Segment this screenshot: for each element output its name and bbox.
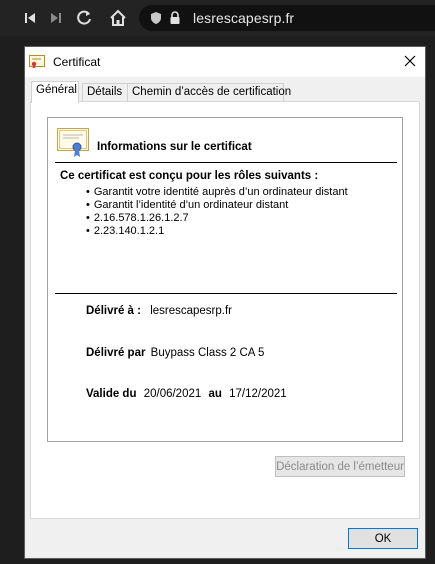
- purpose-item: 2.16.578.1.26.1.2.7: [86, 212, 348, 225]
- issued-to-value: lesrescapesrp.fr: [150, 305, 232, 317]
- valid-from-value: 20/06/2021: [143, 388, 202, 400]
- purpose-list: Garantit votre identité auprès d’un ordi…: [86, 186, 348, 238]
- divider: [55, 293, 397, 294]
- valid-to-value: 17/12/2021: [229, 388, 287, 400]
- ok-button[interactable]: OK: [348, 528, 418, 549]
- skip-back-icon[interactable]: [18, 6, 42, 30]
- browser-toolbar: lesrescapesrp.fr: [0, 0, 435, 36]
- tab-certification-path[interactable]: Chemin d’accès de certification: [127, 83, 291, 102]
- dialog-title: Certificat: [53, 55, 101, 69]
- purpose-item: Garantit votre identité auprès d’un ordi…: [86, 186, 348, 199]
- purpose-item: Garantit l’identité d’un ordinateur dist…: [86, 199, 348, 212]
- home-icon[interactable]: [106, 6, 130, 30]
- tab-details[interactable]: Détails: [82, 83, 128, 102]
- title-bar: Certificat: [25, 47, 425, 77]
- tab-general[interactable]: Général: [31, 81, 79, 103]
- certificate-icon: [29, 55, 45, 72]
- issued-to-row: Délivré à : lesrescapesrp.fr: [86, 305, 232, 317]
- certificate-heading: Informations sur le certificat: [97, 141, 252, 153]
- url-text: lesrescapesrp.fr: [193, 10, 295, 26]
- reload-icon[interactable]: [72, 6, 96, 30]
- skip-forward-icon[interactable]: [44, 6, 68, 30]
- divider: [55, 162, 397, 163]
- purpose-item: 2.23.140.1.2.1: [86, 225, 348, 238]
- certificate-info-box: Informations sur le certificat Ce certif…: [47, 117, 403, 442]
- issued-by-row: Délivré par Buypass Class 2 CA 5: [86, 347, 264, 359]
- valid-from-label: Valide du: [86, 388, 137, 400]
- validity-row: Valide du 20/06/2021 au 17/12/2021: [86, 388, 287, 400]
- general-panel: Informations sur le certificat Ce certif…: [30, 101, 420, 519]
- certificate-dialog: Certificat Général Détails Chemin d’accè…: [24, 46, 426, 559]
- issued-to-label: Délivré à :: [86, 305, 141, 317]
- valid-to-label: au: [208, 388, 222, 400]
- purpose-title: Ce certificat est conçu pour les rôles s…: [60, 170, 319, 182]
- issuer-statement-button[interactable]: Déclaration de l’émetteur: [275, 456, 405, 477]
- close-icon[interactable]: [401, 52, 419, 70]
- certificate-large-icon: [57, 128, 89, 161]
- issued-by-label: Délivré par: [86, 347, 146, 359]
- issued-by-value: Buypass Class 2 CA 5: [150, 347, 265, 359]
- lock-icon[interactable]: [163, 6, 187, 30]
